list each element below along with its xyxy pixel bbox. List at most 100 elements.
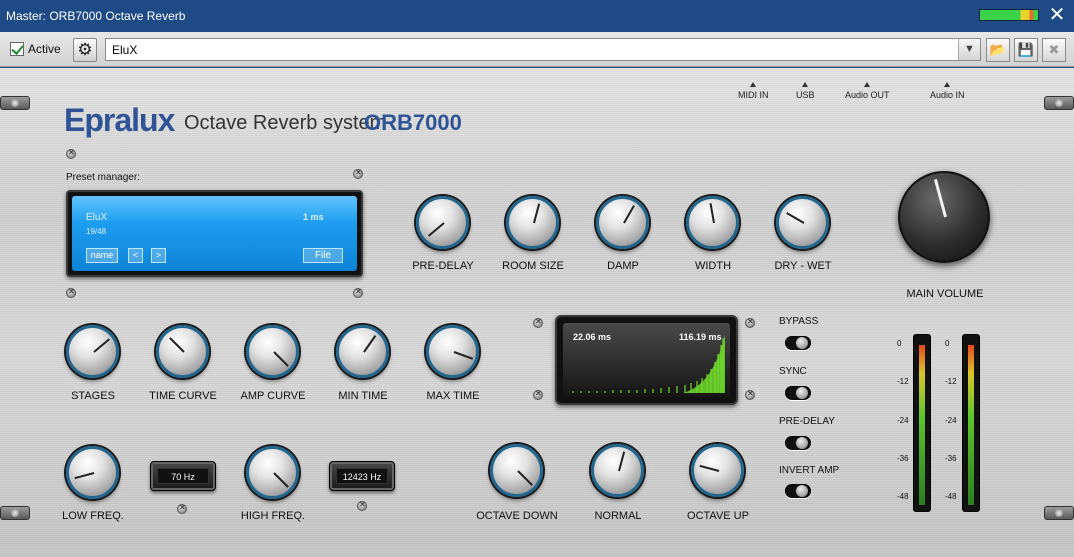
- low-freq-label: LOW FREQ.: [62, 510, 124, 522]
- damp-knob[interactable]: [596, 196, 649, 249]
- vu-scale-label: 0: [897, 339, 902, 348]
- stages-knob[interactable]: [66, 325, 119, 378]
- toolbar: Active ⚙ EluX ▼ 📂 💾 ✖: [0, 32, 1074, 67]
- screw-icon: [357, 500, 367, 511]
- pre-delay-label: PRE-DELAY: [412, 260, 474, 272]
- width-label: WIDTH: [694, 260, 732, 272]
- vu-meter-left: [913, 334, 931, 512]
- rack-ear: [1044, 96, 1074, 110]
- rack-ear: [1044, 506, 1074, 520]
- vu-scale-label: -36: [945, 454, 957, 463]
- screw-icon: [745, 389, 755, 400]
- preset-manager-label: Preset manager:: [66, 172, 140, 183]
- low-freq-knob[interactable]: [66, 446, 119, 499]
- damp-label: DAMP: [607, 260, 639, 272]
- rack-panel: Epralux Octave Reverb system ORB7000 MID…: [0, 68, 1074, 557]
- reverb-graph: 22.06 ms 116.19 ms: [555, 315, 738, 405]
- invert-amp-label: INVERT AMP: [779, 465, 840, 476]
- close-icon[interactable]: ✕: [1046, 4, 1068, 26]
- vu-scale-label: -24: [945, 416, 957, 425]
- normal-label: NORMAL: [594, 510, 642, 522]
- max-time-knob[interactable]: [426, 325, 479, 378]
- preset-file-button[interactable]: File: [303, 248, 343, 263]
- vu-scale-label: 0: [945, 339, 950, 348]
- level-meter: [979, 9, 1039, 21]
- vu-scale-label: -48: [897, 492, 909, 501]
- open-folder-icon[interactable]: 📂: [986, 38, 1010, 62]
- brand-subtitle: Octave Reverb system: [184, 112, 387, 134]
- preset-prev-button[interactable]: <: [128, 248, 143, 263]
- graph-curve: [572, 335, 725, 393]
- time-curve-knob[interactable]: [156, 325, 209, 378]
- dry-wet-label: DRY - WET: [774, 260, 832, 272]
- screw-icon: [533, 317, 543, 328]
- rack-ear: [0, 96, 30, 110]
- max-time-label: MAX TIME: [426, 390, 480, 402]
- vu-scale-label: -48: [945, 492, 957, 501]
- bypass-toggle[interactable]: [785, 336, 811, 350]
- io-audio-in: Audio IN: [930, 82, 965, 100]
- low-freq-display: 70 Hz: [150, 461, 216, 491]
- io-usb: USB: [796, 82, 815, 100]
- preset-time: 1 ms: [303, 212, 324, 222]
- room-size-label: ROOM SIZE: [502, 260, 564, 272]
- io-midi-in: MIDI IN: [738, 82, 769, 100]
- vu-scale-label: -36: [897, 454, 909, 463]
- room-size-knob[interactable]: [506, 196, 559, 249]
- amp-curve-label: AMP CURVE: [240, 390, 306, 402]
- screw-icon: [533, 389, 543, 400]
- screw-icon: [745, 317, 755, 328]
- octave-down-knob[interactable]: [490, 444, 543, 497]
- min-time-label: MIN TIME: [338, 390, 388, 402]
- width-knob[interactable]: [686, 196, 739, 249]
- plugin-window: Master: ORB7000 Octave Reverb ✕ Active ⚙…: [0, 0, 1074, 557]
- screw-icon: [66, 287, 76, 298]
- pre-delay-toggle-label: PRE-DELAY: [779, 416, 835, 427]
- high-freq-display: 12423 Hz: [329, 461, 395, 491]
- dry-wet-knob[interactable]: [776, 196, 829, 249]
- active-checkbox[interactable]: [10, 42, 24, 56]
- active-label: Active: [28, 42, 61, 56]
- main-volume-knob[interactable]: [898, 171, 990, 263]
- vu-scale-label: -24: [897, 416, 909, 425]
- window-title: Master: ORB7000 Octave Reverb: [6, 9, 186, 23]
- preset-position: 19/48: [86, 227, 107, 236]
- io-audio-out: Audio OUT: [845, 82, 890, 100]
- brand-logo: Epralux: [64, 102, 175, 138]
- chevron-down-icon[interactable]: ▼: [958, 39, 980, 60]
- gear-icon[interactable]: ⚙: [73, 38, 97, 62]
- preset-display: EluX 19/48 1 ms name < > File: [66, 190, 363, 277]
- delete-icon[interactable]: ✖: [1042, 38, 1066, 62]
- screw-icon: [66, 148, 76, 159]
- time-curve-label: TIME CURVE: [149, 390, 217, 402]
- main-volume-label: MAIN VOLUME: [906, 288, 984, 300]
- octave-down-label: OCTAVE DOWN: [476, 510, 558, 522]
- vu-scale-label: -12: [897, 377, 909, 386]
- screw-icon: [177, 503, 187, 514]
- min-time-knob[interactable]: [336, 325, 389, 378]
- pre-delay-toggle[interactable]: [785, 436, 811, 450]
- rack-ear: [0, 506, 30, 520]
- amp-curve-knob[interactable]: [246, 325, 299, 378]
- octave-up-knob[interactable]: [691, 444, 744, 497]
- sync-toggle[interactable]: [785, 386, 811, 400]
- screw-icon: [353, 168, 363, 179]
- high-freq-value: 12423 Hz: [336, 468, 388, 484]
- low-freq-value: 70 Hz: [157, 468, 209, 484]
- vu-meter-right: [962, 334, 980, 512]
- brand-model: ORB7000: [364, 110, 462, 135]
- preset-next-button[interactable]: >: [151, 248, 166, 263]
- octave-up-label: OCTAVE UP: [687, 510, 749, 522]
- normal-knob[interactable]: [591, 444, 644, 497]
- save-icon[interactable]: 💾: [1014, 38, 1038, 62]
- title-bar: Master: ORB7000 Octave Reverb ✕: [0, 0, 1074, 32]
- preset-name-button[interactable]: name: [86, 248, 118, 263]
- bypass-label: BYPASS: [779, 316, 819, 327]
- pre-delay-knob[interactable]: [416, 196, 469, 249]
- preset-select[interactable]: EluX: [105, 38, 981, 61]
- invert-amp-toggle[interactable]: [785, 484, 811, 498]
- high-freq-label: HIGH FREQ.: [240, 510, 306, 522]
- high-freq-knob[interactable]: [246, 446, 299, 499]
- vu-scale-label: -12: [945, 377, 957, 386]
- preset-name: EluX: [86, 212, 108, 223]
